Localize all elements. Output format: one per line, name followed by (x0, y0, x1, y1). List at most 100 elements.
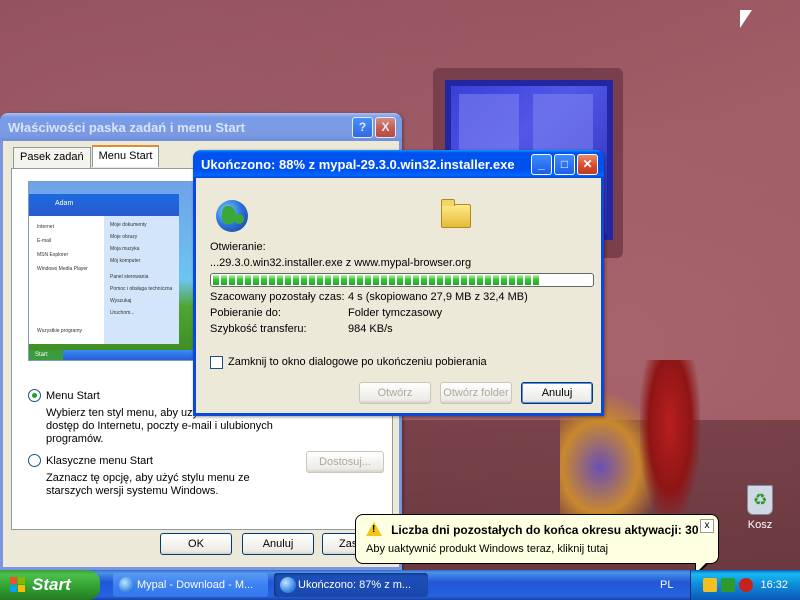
task-mypal[interactable]: Mypal - Download - M... (113, 573, 268, 597)
transfer-rate-label: Szybkość transferu: (210, 323, 307, 335)
start-label: Start (32, 575, 71, 594)
system-tray: 16:32 (690, 570, 800, 600)
ok-button[interactable]: OK (160, 533, 232, 555)
progress-segment (405, 275, 411, 285)
minimize-button[interactable]: _ (531, 153, 552, 175)
folder-icon (441, 199, 471, 228)
progress-segment (229, 275, 235, 285)
progress-segment (213, 275, 219, 285)
progress-segment (469, 275, 475, 285)
taskbar: Start Mypal - Download - M... Ukończono:… (0, 570, 800, 600)
props-title: Właściwości paska zadań i menu Start (8, 119, 245, 135)
progress-segment (485, 275, 491, 285)
preview-right-item: Mój komputer (110, 258, 141, 264)
tab-start-menu[interactable]: Menu Start (91, 145, 160, 167)
preview-right-item: Wyszukaj (110, 298, 132, 304)
progress-segment (421, 275, 427, 285)
progress-segment (493, 275, 499, 285)
download-progress-fill (213, 275, 591, 285)
radio-start-menu[interactable]: Menu Start (28, 389, 100, 402)
radio-start-desc-3: programów. (46, 433, 104, 445)
progress-segment (357, 275, 363, 285)
balloon-close-icon[interactable]: x (700, 519, 714, 533)
progress-segment (301, 275, 307, 285)
download-close-button[interactable]: ✕ (577, 153, 598, 175)
recycle-bin-icon (747, 485, 773, 515)
clock[interactable]: 16:32 (760, 570, 788, 600)
preview-left-item: Windows Media Player (37, 266, 88, 272)
progress-segment (325, 275, 331, 285)
progress-segment (381, 275, 387, 285)
download-dialog: Ukończono: 88% z mypal-29.3.0.win32.inst… (193, 150, 604, 416)
network-icon[interactable] (721, 578, 735, 592)
recycle-bin-label: Kosz (747, 519, 773, 531)
radio-start-menu-circle[interactable] (28, 389, 41, 402)
close-when-done-label: Zamknij to okno dialogowe po ukończeniu … (228, 356, 487, 368)
close-button[interactable]: X (375, 116, 396, 138)
progress-segment (453, 275, 459, 285)
progress-segment (429, 275, 435, 285)
opening-label: Otwieranie: (210, 241, 266, 253)
progress-segment (413, 275, 419, 285)
preview-right-item: Moja muzyka (110, 246, 140, 252)
recycle-bin[interactable]: Kosz (740, 485, 780, 531)
mypal-icon (119, 577, 135, 593)
wallpaper-peppers (640, 360, 700, 520)
balloon-title: Liczba dni pozostałych do końca okresu a… (391, 523, 699, 537)
progress-segment (477, 275, 483, 285)
props-cancel-button[interactable]: Anuluj (242, 533, 314, 555)
preview-right-item: Panel sterowania (110, 274, 149, 280)
download-to-value: Folder tymczasowy (348, 307, 443, 319)
progress-segment (501, 275, 507, 285)
radio-classic-menu[interactable]: Klasyczne menu Start (28, 454, 153, 467)
progress-segment (373, 275, 379, 285)
props-tabs: Pasek zadań Menu Start (13, 145, 160, 169)
progress-segment (293, 275, 299, 285)
task-download-label: Ukończono: 87% z m... (298, 579, 412, 591)
progress-segment (237, 275, 243, 285)
progress-segment (269, 275, 275, 285)
progress-segment (341, 275, 347, 285)
download-to-label: Pobieranie do: (210, 307, 281, 319)
start-menu-preview: Adam Internet E-mail MSN Explorer Window… (28, 181, 200, 361)
progress-segment (525, 275, 531, 285)
radio-classic-desc-2: starszych wersji systemu Windows. (46, 485, 219, 497)
task-download[interactable]: Ukończono: 87% z m... (274, 573, 428, 597)
progress-segment (317, 275, 323, 285)
preview-left-item: E-mail (37, 238, 52, 244)
language-indicator[interactable]: PL (660, 570, 673, 600)
progress-segment (349, 275, 355, 285)
radio-classic-menu-label: Klasyczne menu Start (46, 454, 153, 467)
maximize-button[interactable]: □ (554, 153, 575, 175)
progress-segment (437, 275, 443, 285)
open-folder-button[interactable]: Otwórz folder (440, 382, 512, 404)
progress-segment (461, 275, 467, 285)
customize-button[interactable]: Dostosuj... (306, 451, 384, 473)
progress-segment (397, 275, 403, 285)
download-body: Otwieranie: ...29.3.0.win32.installer.ex… (196, 178, 601, 413)
preview-right-item: Uruchom... (110, 310, 135, 316)
time-remaining-label: Szacowany pozostały czas: (210, 291, 345, 303)
progress-segment (389, 275, 395, 285)
tab-taskbar[interactable]: Pasek zadań (13, 147, 91, 169)
transfer-rate-value: 984 KB/s (348, 323, 393, 335)
warning-icon: ! (366, 522, 382, 536)
radio-start-desc-2: dostęp do Internetu, poczty e-mail i ulu… (46, 420, 273, 432)
balloon-text[interactable]: Aby uaktywnić produkt Windows teraz, kli… (366, 543, 708, 555)
props-titlebar[interactable]: Właściwości paska zadań i menu Start ? X (0, 113, 402, 141)
security-shield-icon[interactable] (739, 578, 753, 592)
close-when-done-checkbox[interactable] (210, 356, 223, 369)
start-button[interactable]: Start (0, 570, 100, 600)
progress-segment (285, 275, 291, 285)
download-titlebar[interactable]: Ukończono: 88% z mypal-29.3.0.win32.inst… (193, 150, 604, 178)
open-button[interactable]: Otwórz (359, 382, 431, 404)
radio-classic-menu-circle[interactable] (28, 454, 41, 467)
preview-right-item: Moje dokumenty (110, 222, 147, 228)
preview-left-item: Internet (37, 224, 54, 230)
help-button[interactable]: ? (352, 116, 373, 138)
activation-balloon[interactable]: ! Liczba dni pozostałych do końca okresu… (355, 514, 719, 564)
download-cancel-button[interactable]: Anuluj (521, 382, 593, 404)
progress-segment (309, 275, 315, 285)
mouse-cursor-icon (740, 10, 752, 28)
activation-key-icon[interactable] (703, 578, 717, 592)
